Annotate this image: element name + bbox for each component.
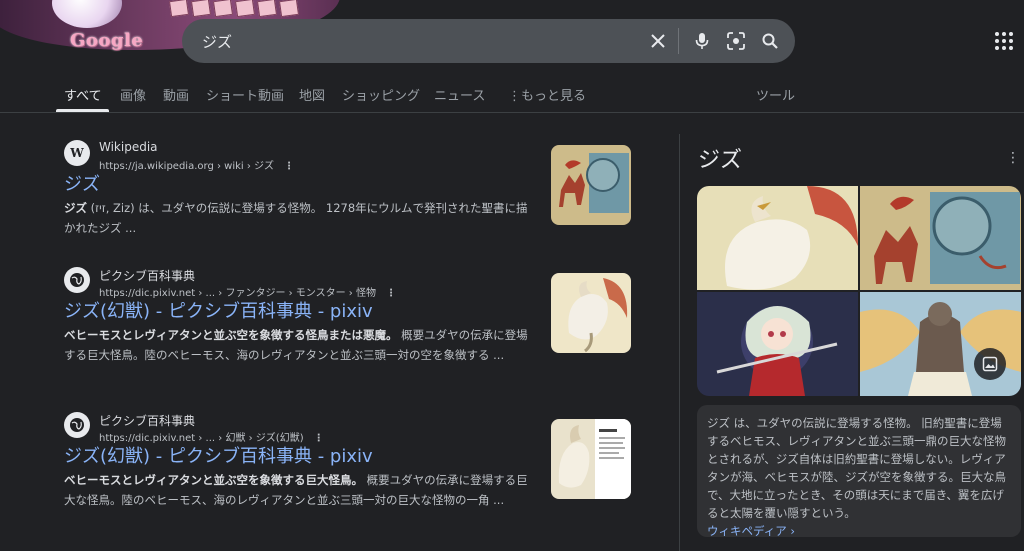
kp-image-anime-girl[interactable] (697, 292, 858, 396)
result-site-name: ピクシブ百科事典 (99, 414, 196, 428)
more-vert-icon: ⋮ (508, 89, 521, 104)
lens-camera-icon[interactable] (724, 29, 748, 53)
tab-videos[interactable]: 動画 (163, 85, 189, 104)
result-title-link[interactable]: ジズ(幻獣) - ピクシブ百科事典 - pixiv (64, 442, 373, 468)
wikipedia-link[interactable]: ウィキペディア › (707, 524, 795, 538)
doodle-cards (168, 0, 320, 18)
more-options-icon[interactable]: ⋮ (284, 161, 294, 172)
view-images-button[interactable] (974, 348, 1006, 380)
kp-image-winged-figure[interactable] (860, 292, 1021, 396)
search-result: ピクシブ百科事典 https://dic.pixiv.net › ... › 幻… (64, 412, 634, 532)
globe-icon (64, 412, 90, 438)
knowledge-panel-description: ジズ は、ユダヤの伝説に登場する怪物。 旧約聖書に登場するベヒモス、レヴィアタン… (697, 405, 1021, 538)
kp-image-bird[interactable] (697, 186, 858, 290)
result-thumbnail[interactable] (551, 273, 631, 353)
globe-icon (64, 267, 90, 293)
kp-image-manuscript[interactable] (860, 186, 1021, 290)
tab-maps[interactable]: 地図 (299, 85, 325, 104)
search-input[interactable]: ジズ (202, 31, 232, 52)
apps-grid-icon[interactable] (994, 31, 1014, 51)
result-url: https://ja.wikipedia.org › wiki › ジズ ⋮ (99, 161, 295, 172)
result-title-link[interactable]: ジズ (64, 170, 100, 196)
knowledge-panel-images[interactable] (697, 186, 1021, 396)
tab-tools[interactable]: ツール (756, 85, 795, 104)
result-thumbnail[interactable] (551, 145, 631, 225)
google-logo[interactable]: Google (70, 30, 143, 51)
result-thumbnail[interactable] (551, 419, 631, 499)
search-tabs: すべて 画像 動画 ショート動画 地図 ショッピング ニュース ⋮もっと見る ツ… (0, 80, 1024, 113)
search-result: W Wikipedia https://ja.wikipedia.org › w… (64, 140, 634, 240)
search-bar[interactable]: ジズ (182, 19, 795, 63)
search-result: ピクシブ百科事典 https://dic.pixiv.net › ... › フ… (64, 267, 634, 387)
tab-shopping[interactable]: ショッピング (342, 85, 420, 104)
result-site-name: Wikipedia (99, 140, 158, 154)
result-snippet: ベヒーモスとレヴィアタンと並ぶ空を象徴する怪鳥または悪魔。 概要ユダヤの伝承に登… (64, 328, 528, 362)
active-tab-indicator (56, 109, 109, 112)
result-title-link[interactable]: ジズ(幻獣) - ピクシブ百科事典 - pixiv (64, 297, 373, 323)
result-snippet: ベヒーモスとレヴィアタンと並ぶ空を象徴する巨大怪鳥。 概要ユダヤの伝承に登場する… (64, 473, 528, 507)
wikipedia-favicon: W (64, 140, 90, 166)
search-divider (678, 28, 679, 54)
tab-news[interactable]: ニュース (434, 85, 485, 104)
panel-separator (679, 134, 680, 551)
tab-more[interactable]: ⋮もっと見る (508, 85, 586, 104)
more-options-icon[interactable]: ⋮ (386, 288, 396, 299)
knowledge-panel-title: ジズ (698, 148, 743, 173)
tab-all[interactable]: すべて (64, 85, 102, 104)
clear-icon[interactable] (646, 29, 670, 53)
search-icon[interactable] (758, 29, 782, 53)
tab-images[interactable]: 画像 (120, 85, 146, 104)
tab-short-videos[interactable]: ショート動画 (206, 85, 284, 104)
result-site-name: ピクシブ百科事典 (99, 269, 196, 283)
result-snippet: ジズ (זיז, Ziz) は、ユダヤの伝説に登場する怪物。 1278年にウルム… (64, 201, 528, 235)
microphone-icon[interactable] (690, 29, 714, 53)
more-options-icon[interactable]: ⋮ (1006, 150, 1020, 166)
